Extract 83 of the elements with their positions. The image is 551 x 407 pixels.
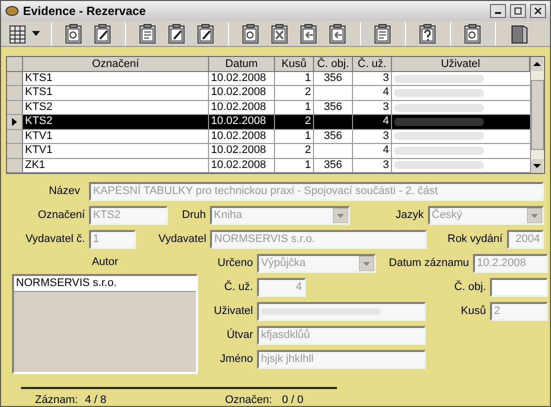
close-icon [533,7,543,15]
table-cell: 1 [275,158,314,172]
table-row[interactable]: KTS2 10.02.2008 2 4 [7,115,530,130]
field-label: Útvar [226,328,254,344]
column-header[interactable]: Označení [23,57,209,71]
maximize-button[interactable] [510,4,526,18]
current-row-icon [12,118,17,126]
table-cell: 2 [275,115,314,129]
table-cell: 4 [353,115,392,129]
scroll-down-button[interactable] [531,159,543,173]
table-cell: 10.02.2008 [209,130,275,144]
field-label: Jazyk [394,208,425,224]
table-row[interactable]: KTS2 10.02.2008 1 356 3 [7,100,530,116]
caret-icon [332,208,348,223]
field-label: Určeno [216,256,254,272]
table-cell: 10.02.2008 [209,72,275,86]
table-cell: 3 [353,72,392,86]
table-cell: KTS2 [23,115,209,129]
table-cell: 1 [275,130,314,144]
table-cell: 4 [353,86,392,100]
table-cell: KTV1 [23,144,209,158]
column-header[interactable]: Č. obj. [314,57,353,71]
field-label: Jméno [218,352,254,368]
status-value: 4 / 8 [85,392,108,406]
table-cell: 10.02.2008 [209,115,275,129]
table-cell: 10.02.2008 [209,100,275,114]
table-cell: KTS2 [23,100,209,114]
table-cell: 2 [275,144,314,158]
author-list[interactable]: NORMSERVIS s.r.o. [12,274,198,374]
table-cell: 4 [353,144,392,158]
column-header[interactable]: Č. už. [353,57,392,71]
minimize-button[interactable] [490,4,506,18]
table-cell: 1 [275,100,314,114]
table-cell: 10.02.2008 [209,158,275,172]
field-label: Vydavatel [157,232,208,248]
table-cell: 10.02.2008 [209,86,275,100]
table-row[interactable]: KTS1 10.02.2008 1 356 3 [7,72,530,86]
status-label: Záznam: [35,392,79,406]
column-header[interactable]: Kusů [275,57,314,71]
scroll-up-button[interactable] [531,57,543,71]
table-cell: 2 [275,86,314,100]
field-label: Označení [36,208,86,224]
field-label: Název [48,184,81,200]
field-label: Uživatel [212,304,254,320]
table-cell: 3 [353,100,392,114]
table-cell: 356 [314,100,353,114]
field-label: Č. obj. [453,279,487,296]
maximize-icon [513,7,523,15]
table-cell: KTV1 [23,130,209,144]
field-label: Datum záznamu [388,256,470,272]
status-label: Označen: [225,392,274,406]
app-icon [5,5,19,17]
field-label: Kusů [460,304,487,320]
close-button[interactable] [530,4,546,18]
table-cell: KTS1 [23,86,209,100]
table-cell: 356 [314,72,353,86]
field-label: Č. už. [223,279,254,296]
scrollbar[interactable] [530,57,544,173]
column-header[interactable]: Datum [209,57,275,71]
table-cell: 10.02.2008 [209,144,275,158]
table-row[interactable]: KTV1 10.02.2008 1 356 3 [7,130,530,144]
table-cell: ZK1 [23,158,209,172]
table-row[interactable]: KTV1 10.02.2008 2 4 [7,144,530,159]
table-cell: KTS1 [23,72,209,86]
field-label: Druh [181,208,207,224]
caret-icon [359,256,374,271]
caret-icon[interactable] [32,30,40,36]
field-label: Autor [92,255,118,270]
caret-icon [527,208,542,223]
input-field[interactable] [490,278,548,297]
status-value: 0 / 0 [282,392,304,406]
input-field[interactable] [257,302,426,321]
field-label: Vydavatel č. [24,232,86,248]
table-cell: 356 [314,158,353,172]
table-cell: 356 [314,130,353,144]
list-item[interactable]: NORMSERVIS s.r.o. [14,276,196,292]
table-cell: 1 [275,72,314,86]
table-row[interactable]: KTS1 10.02.2008 2 4 [7,86,530,101]
table-cell: 3 [353,158,392,172]
table-cell: 3 [353,130,392,144]
field-label: Rok vydání [446,232,504,248]
window-title: Evidence - Rezervace [23,3,147,20]
table-row[interactable]: ZK1 10.02.2008 1 356 3 [7,158,530,173]
